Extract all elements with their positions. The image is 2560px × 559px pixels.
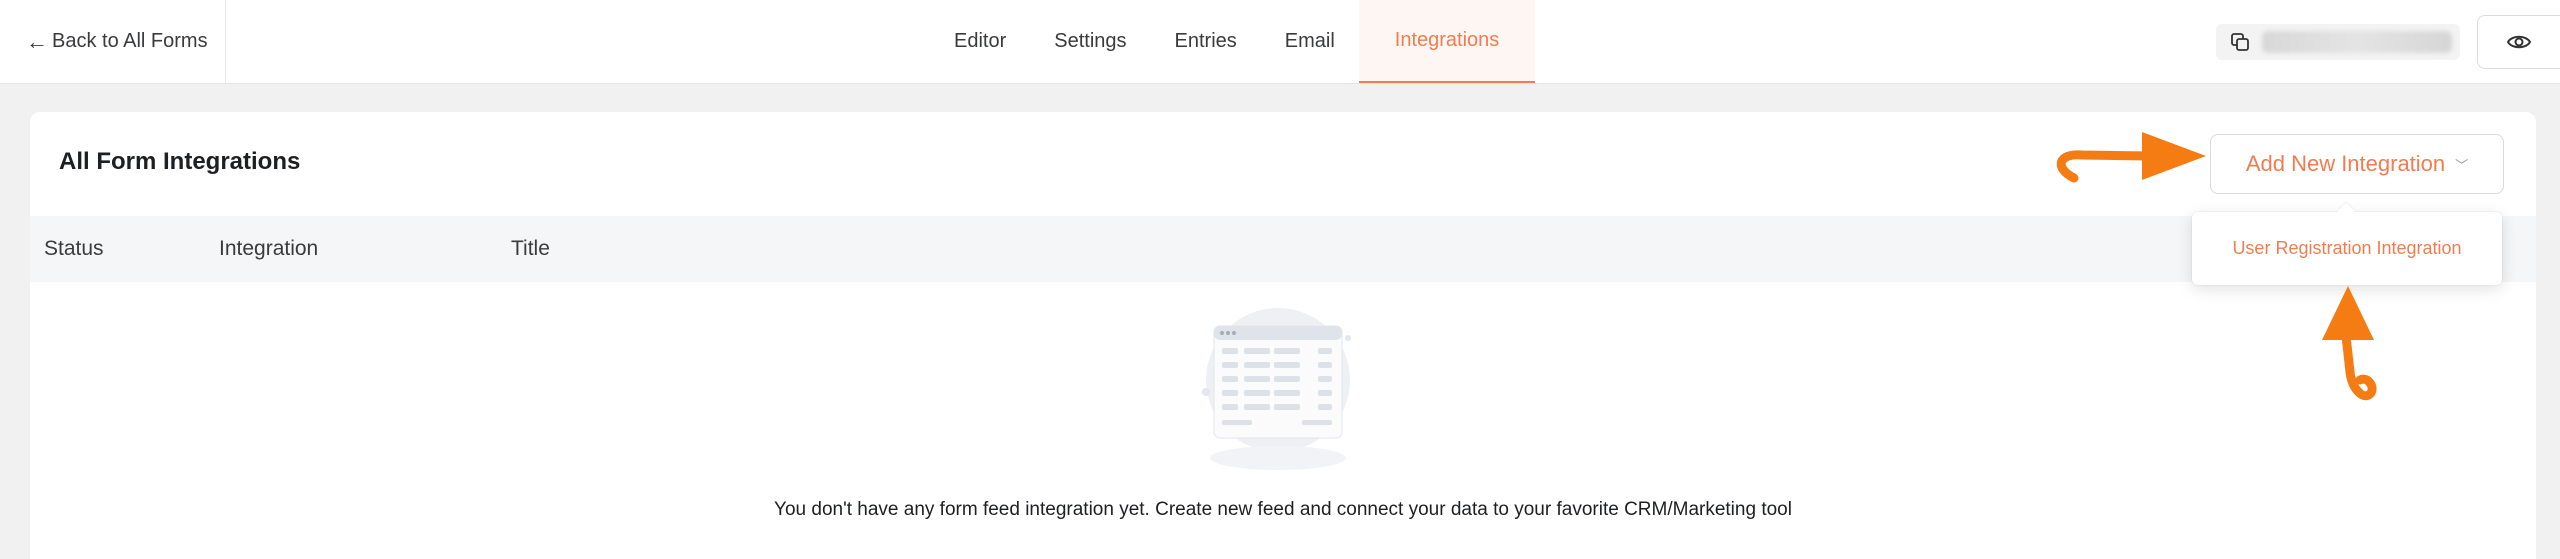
copy-icon <box>2231 33 2249 51</box>
column-title: Title <box>511 237 550 260</box>
tab-integrations[interactable]: Integrations <box>1358 0 1536 83</box>
tab-settings[interactable]: Settings <box>1030 0 1150 83</box>
arrow-left-icon: ← <box>26 28 48 54</box>
top-bar: ← Back to All Forms Editor Settings Entr… <box>0 0 2560 84</box>
dropdown-item-user-registration[interactable]: User Registration Integration <box>2192 212 2502 285</box>
tab-entries[interactable]: Entries <box>1151 0 1261 83</box>
form-nav-tabs: Editor Settings Entries Email Integratio… <box>930 0 1536 83</box>
column-status: Status <box>44 237 104 260</box>
add-button-label: Add New Integration <box>2245 151 2446 176</box>
preview-button[interactable] <box>2477 15 2560 69</box>
shortcode-copy-chip[interactable] <box>2216 24 2460 60</box>
empty-state-message: You don't have any form feed integration… <box>774 499 1792 520</box>
blurred-shortcode <box>2262 31 2452 53</box>
add-new-integration-button[interactable]: Add New Integration ﹀ <box>2210 134 2504 194</box>
integrations-card: All Form Integrations Add New Integratio… <box>30 112 2536 559</box>
table-header: Status Integration Title <box>30 216 2536 282</box>
column-integration: Integration <box>219 237 319 260</box>
back-to-forms-link[interactable]: ← Back to All Forms <box>0 0 226 83</box>
back-link-label: Back to All Forms <box>52 30 208 52</box>
tab-email[interactable]: Email <box>1261 0 1359 83</box>
chevron-down-icon: ﹀ <box>2455 157 2469 173</box>
empty-table-illustration <box>1202 308 1351 470</box>
tab-editor[interactable]: Editor <box>930 0 1030 83</box>
integration-dropdown-menu: User Registration Integration <box>2192 212 2502 285</box>
eye-icon <box>2507 35 2531 49</box>
card-title: All Form Integrations <box>59 148 301 175</box>
